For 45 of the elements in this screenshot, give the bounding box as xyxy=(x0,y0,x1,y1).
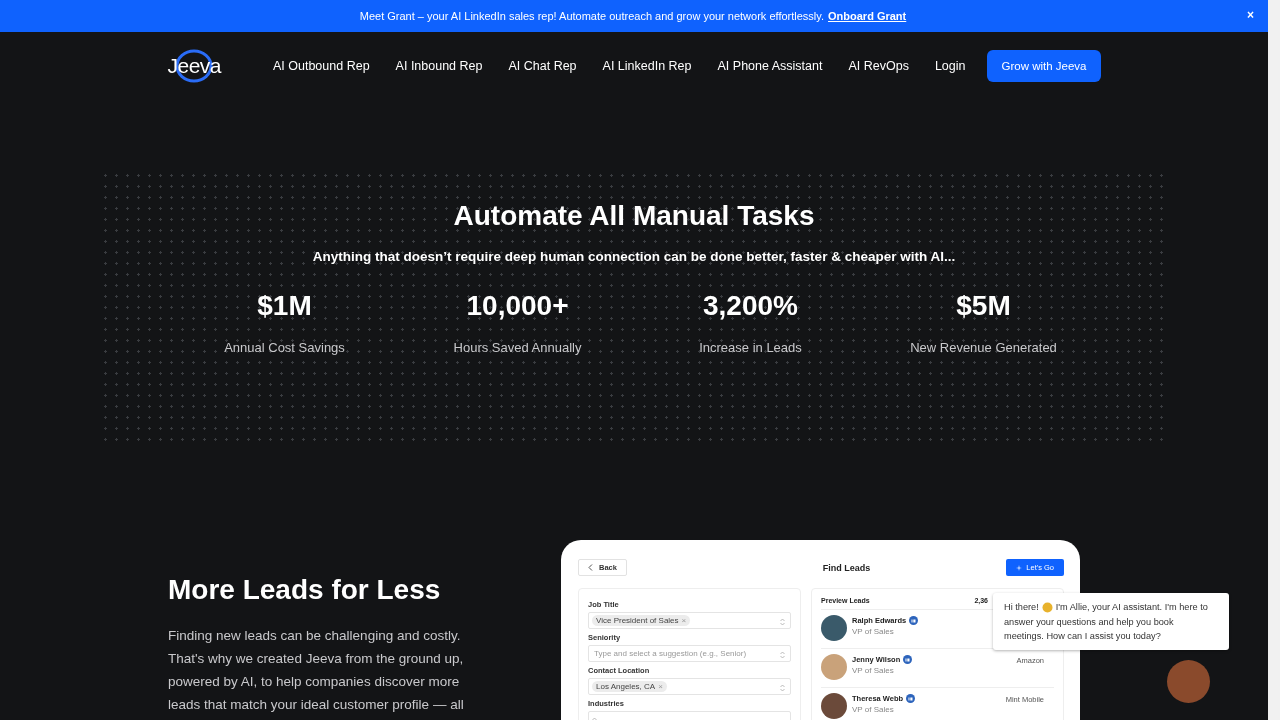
onboard-link[interactable]: Onboard Grant xyxy=(828,10,907,22)
up-down-caret-icon xyxy=(780,650,785,659)
avatar-placeholder xyxy=(821,615,847,641)
filter-chip[interactable]: Vice President of Sales × xyxy=(592,615,691,626)
lead-role: VP of Sales xyxy=(852,666,895,675)
nav-link[interactable]: AI Inbound Rep xyxy=(395,59,483,73)
filter-chip[interactable]: Los Angeles, CA × xyxy=(592,681,667,692)
linkedin-badge-icon xyxy=(909,616,919,625)
stat-value: $1M xyxy=(256,290,313,322)
nav-link[interactable]: AI Outbound Rep xyxy=(273,59,370,73)
linkedin-badge-icon xyxy=(906,694,916,703)
chat-message: I'm Allie, your AI assistant. I'm here to xyxy=(1055,601,1208,614)
chat-avatar[interactable] xyxy=(1167,660,1210,703)
select-field[interactable]: Los Angeles, CA × xyxy=(588,678,791,695)
stat-value: 10,000+ xyxy=(465,290,570,322)
avatar-placeholder xyxy=(821,654,847,680)
sparkle-icon xyxy=(1016,564,1023,571)
close-button[interactable]: × xyxy=(1243,6,1258,24)
nav-link[interactable]: AI Phone Assistant xyxy=(717,59,823,73)
waving-hand-icon xyxy=(1041,601,1053,613)
lead-role: VP of Sales xyxy=(852,705,895,714)
stat-label: Annual Cost Savings xyxy=(223,340,346,355)
banner-text: Meet Grant – your AI LinkedIn sales rep! Automate outreach and grow your network effortlessly. xyxy=(359,10,825,22)
stat-value: $5M xyxy=(955,290,1012,322)
section-heading: More Leads for Less xyxy=(168,574,442,606)
stat-value: 3,200% xyxy=(702,290,799,322)
stat-label: New Revenue Generated xyxy=(909,340,1058,355)
chevron-left-icon xyxy=(588,564,593,571)
up-down-caret-icon xyxy=(780,617,785,626)
nav-link[interactable]: AI Chat Rep xyxy=(508,59,577,73)
nav-link[interactable]: AI LinkedIn Rep xyxy=(602,59,692,73)
grow-button[interactable]: Grow with Jeeva xyxy=(987,50,1101,82)
section-paragraph: Finding new leads can be challenging and costly. That's why we created Jeeva from the ground up, powered by AI, to help companies discover more leads that match your ideal customer profile — all xyxy=(168,627,465,714)
linkedin-badge-icon xyxy=(903,655,913,664)
nav-link[interactable]: Login xyxy=(934,59,966,73)
stat-label: Hours Saved Annually xyxy=(452,340,583,355)
section-subtitle: Anything that doesn’t require deep human connection can be done better, faster & cheaper with AI... xyxy=(311,249,957,264)
up-down-caret-icon xyxy=(780,683,785,692)
page-title: Find Leads xyxy=(822,562,871,573)
select-field[interactable]: Vice President of Sales × xyxy=(588,612,791,629)
section-title: Automate All Manual Tasks xyxy=(452,200,816,232)
select-field[interactable]: Type and select a suggestion (e.g., Senior) xyxy=(588,645,791,662)
stat-label: Increase in Leads xyxy=(698,340,803,355)
nav-link[interactable]: AI RevOps xyxy=(848,59,909,73)
avatar-placeholder xyxy=(821,693,847,719)
